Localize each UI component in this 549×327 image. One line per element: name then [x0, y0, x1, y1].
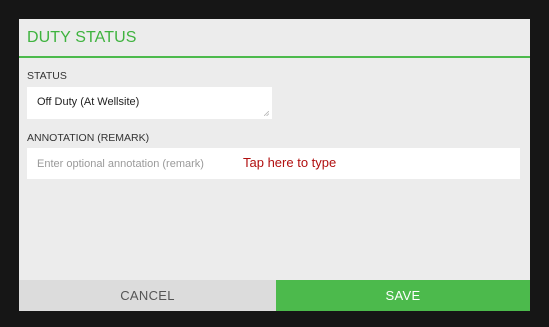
annotation-field[interactable]: Tap here to type	[27, 148, 520, 179]
annotation-label: ANNOTATION (REMARK)	[27, 132, 150, 144]
cancel-button[interactable]: CANCEL	[19, 280, 276, 311]
annotation-input[interactable]	[27, 148, 237, 179]
save-button[interactable]: SAVE	[276, 280, 530, 311]
status-value: Off Duty (At Wellsite)	[37, 96, 140, 108]
dialog-header: DUTY STATUS	[19, 19, 530, 58]
dialog-title: DUTY STATUS	[27, 29, 137, 46]
status-label: STATUS	[27, 70, 67, 82]
screen-frame: DUTY STATUS STATUS Off Duty (At Wellsite…	[0, 0, 549, 327]
status-select[interactable]: Off Duty (At Wellsite)	[27, 87, 272, 119]
tap-to-type-hint[interactable]: Tap here to type	[243, 155, 336, 170]
duty-status-dialog: DUTY STATUS STATUS Off Duty (At Wellsite…	[19, 19, 530, 311]
resize-grip-icon	[264, 111, 269, 116]
